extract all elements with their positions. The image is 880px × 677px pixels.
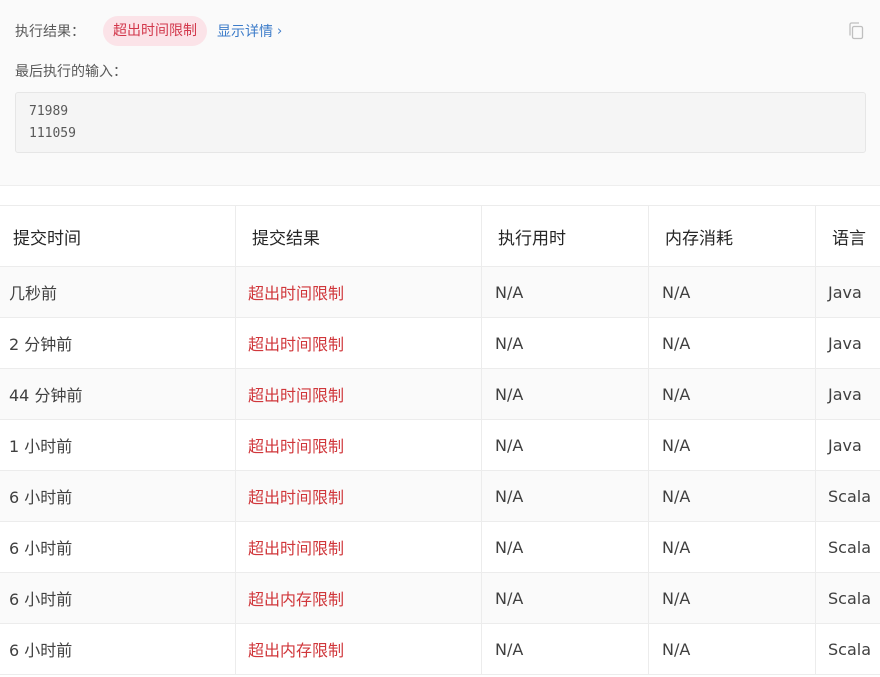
copy-icon[interactable] bbox=[847, 21, 865, 41]
language: Scala bbox=[828, 639, 872, 659]
language: Scala bbox=[828, 537, 872, 557]
submit-time: 几秒前 bbox=[9, 284, 58, 303]
language: Scala bbox=[828, 486, 872, 506]
table-row: 6 小时前 超出内存限制 N/A N/A Scala bbox=[0, 573, 880, 624]
memory: N/A bbox=[662, 282, 691, 302]
status-row: 执行结果： 超出时间限制 显示详情 › bbox=[15, 16, 282, 46]
submit-time: 6 小时前 bbox=[9, 539, 73, 558]
submit-time: 6 小时前 bbox=[9, 590, 73, 609]
runtime: N/A bbox=[495, 588, 524, 608]
memory: N/A bbox=[662, 537, 691, 557]
submissions-table: 提交时间 提交结果 执行用时 内存消耗 语言 几秒前 超出时间限制 N/A N/… bbox=[0, 205, 880, 675]
result-link[interactable]: 超出时间限制 bbox=[248, 522, 344, 572]
memory: N/A bbox=[662, 486, 691, 506]
last-input-label: 最后执行的输入： bbox=[15, 64, 127, 80]
result-link[interactable]: 超出时间限制 bbox=[248, 267, 344, 317]
table-row: 几秒前 超出时间限制 N/A N/A Java bbox=[0, 267, 880, 318]
memory: N/A bbox=[662, 435, 691, 455]
runtime: N/A bbox=[495, 384, 524, 404]
result-link[interactable]: 超出时间限制 bbox=[248, 369, 344, 419]
result-panel: 执行结果： 超出时间限制 显示详情 › 最后执行的输入： 71989 11105… bbox=[0, 0, 880, 186]
show-details-link[interactable]: 显示详情 › bbox=[217, 21, 282, 41]
language: Scala bbox=[828, 588, 872, 608]
submit-time: 44 分钟前 bbox=[9, 386, 83, 405]
language: Java bbox=[828, 282, 862, 302]
result-link[interactable]: 超出时间限制 bbox=[248, 420, 344, 470]
result-link[interactable]: 超出内存限制 bbox=[248, 573, 344, 623]
table-row: 44 分钟前 超出时间限制 N/A N/A Java bbox=[0, 369, 880, 420]
status-badge: 超出时间限制 bbox=[103, 16, 207, 46]
table-row: 6 小时前 超出时间限制 N/A N/A Scala bbox=[0, 522, 880, 573]
runtime: N/A bbox=[495, 537, 524, 557]
table-row: 6 小时前 超出内存限制 N/A N/A Scala bbox=[0, 624, 880, 675]
memory: N/A bbox=[662, 384, 691, 404]
memory: N/A bbox=[662, 588, 691, 608]
show-details-label: 显示详情 bbox=[217, 24, 273, 40]
submit-time: 6 小时前 bbox=[9, 641, 73, 660]
last-input-box: 71989 111059 bbox=[15, 92, 866, 153]
result-link[interactable]: 超出内存限制 bbox=[248, 624, 344, 674]
language: Java bbox=[828, 333, 862, 353]
column-header-runtime[interactable]: 执行用时 bbox=[498, 206, 566, 266]
column-header-submit-time[interactable]: 提交时间 bbox=[13, 206, 81, 266]
runtime: N/A bbox=[495, 486, 524, 506]
submit-time: 2 分钟前 bbox=[9, 335, 73, 354]
result-link[interactable]: 超出时间限制 bbox=[248, 471, 344, 521]
column-header-language[interactable]: 语言 bbox=[832, 206, 866, 266]
runtime: N/A bbox=[495, 282, 524, 302]
result-label: 执行结果： bbox=[15, 24, 85, 40]
language: Java bbox=[828, 384, 862, 404]
memory: N/A bbox=[662, 639, 691, 659]
column-header-result[interactable]: 提交结果 bbox=[252, 206, 320, 266]
table-row: 2 分钟前 超出时间限制 N/A N/A Java bbox=[0, 318, 880, 369]
result-link[interactable]: 超出时间限制 bbox=[248, 318, 344, 368]
runtime: N/A bbox=[495, 639, 524, 659]
runtime: N/A bbox=[495, 435, 524, 455]
chevron-right-icon: › bbox=[277, 23, 283, 39]
input-line: 71989 bbox=[29, 104, 69, 119]
table-row: 1 小时前 超出时间限制 N/A N/A Java bbox=[0, 420, 880, 471]
runtime: N/A bbox=[495, 333, 524, 353]
column-header-memory[interactable]: 内存消耗 bbox=[665, 206, 733, 266]
table-header: 提交时间 提交结果 执行用时 内存消耗 语言 bbox=[0, 206, 880, 267]
submit-time: 6 小时前 bbox=[9, 488, 73, 507]
input-line: 111059 bbox=[29, 126, 76, 141]
table-row: 6 小时前 超出时间限制 N/A N/A Scala bbox=[0, 471, 880, 522]
submit-time: 1 小时前 bbox=[9, 437, 73, 456]
language: Java bbox=[828, 435, 862, 455]
memory: N/A bbox=[662, 333, 691, 353]
